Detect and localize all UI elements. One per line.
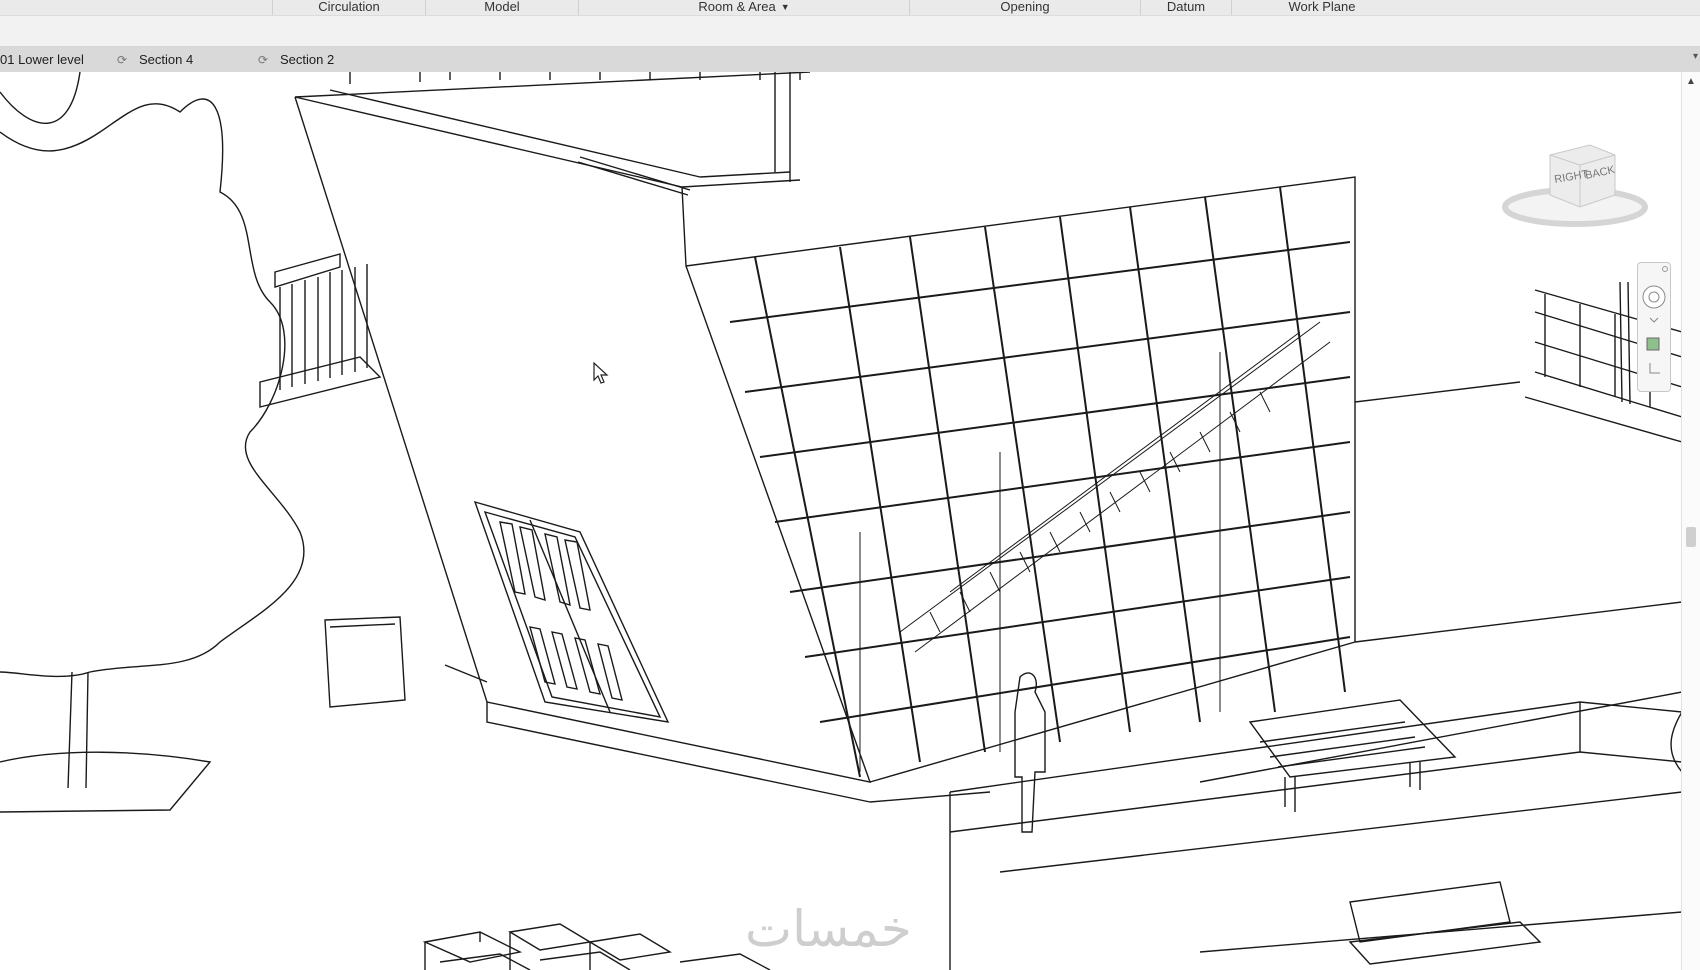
view-tab-label: Section 4	[139, 52, 194, 67]
bench	[1248, 699, 1457, 812]
curtain-wall-outline	[685, 176, 1356, 783]
ribbon-panel-work-plane[interactable]: Work Plane	[1231, 0, 1412, 15]
view-tabs-bar: 01 Lower level ⟳ Section 4 ⟳ Section 2 ▾	[0, 47, 1700, 73]
scroll-up-arrow-icon[interactable]: ▲	[1686, 76, 1696, 87]
main-wall-outline	[294, 96, 872, 783]
navigation-bar-graphic	[1642, 266, 1668, 374]
steering-wheel-icon[interactable]	[1642, 285, 1666, 309]
view-tab-01-lower-level[interactable]: 01 Lower level	[0, 47, 84, 72]
double-door	[473, 500, 670, 723]
view-tab-label: 01 Lower level	[0, 52, 84, 67]
ribbon-panel-model[interactable]: Model	[425, 0, 578, 15]
panel-title-label: Circulation	[318, 0, 380, 14]
pan-icon[interactable]	[1649, 363, 1660, 374]
ribbon: Circulation Model Room & Area ▼ Opening D…	[0, 0, 1700, 47]
panel-title-label: Room & Area	[698, 0, 776, 14]
watermark: خمسات	[745, 900, 912, 958]
panel-title-label: Datum	[1166, 0, 1206, 14]
curtain-wall-mullions	[729, 186, 1351, 778]
stacked-cubes	[422, 923, 771, 970]
ribbon-panel-circulation[interactable]: Circulation	[272, 0, 425, 15]
view-tab-section-2[interactable]: ⟳ Section 2	[258, 47, 334, 72]
section-view-icon: ⟳	[117, 53, 128, 67]
3d-view-canvas[interactable]	[0, 72, 1682, 970]
viewcube-graphic: RIGHT BACK	[1502, 144, 1648, 227]
tree-trunk	[67, 671, 89, 789]
zoom-icon[interactable]	[1646, 337, 1660, 351]
planter-box	[324, 616, 406, 708]
navigation-bar	[1637, 262, 1671, 392]
roof-edge-column	[774, 72, 791, 182]
ribbon-panel-opening[interactable]: Opening	[909, 0, 1140, 15]
scroll-thumb[interactable]	[1686, 527, 1696, 547]
roof-slab	[294, 72, 811, 188]
panel-title-label: Work Plane	[1288, 0, 1356, 14]
viewcube[interactable]: RIGHT BACK	[1500, 135, 1655, 235]
view-tab-section-4[interactable]: ⟳ Section 4	[117, 47, 193, 72]
vertical-scrollbar[interactable]: ▲	[1681, 72, 1700, 970]
panel-title-label: Model	[484, 0, 520, 14]
navbar-close-icon[interactable]	[1662, 266, 1668, 272]
navbar-chevron-down-icon[interactable]	[1649, 317, 1659, 323]
dropdown-arrow-icon[interactable]: ▼	[781, 2, 790, 12]
ribbon-panel-title-bar: Circulation Model Room & Area ▼ Opening D…	[0, 0, 1700, 16]
ground-lines	[869, 381, 1682, 803]
roof-railing	[349, 72, 801, 84]
tree-base-shadow	[0, 751, 212, 813]
panel-title-label: Opening	[1000, 0, 1050, 14]
tree-canopy-outline	[0, 72, 305, 678]
mouse-pointer-icon	[593, 362, 609, 384]
tabs-menu-icon[interactable]: ▾	[1693, 51, 1698, 62]
foreground-planter	[949, 701, 1682, 970]
view-tab-label: Section 2	[280, 52, 335, 67]
lower-bench	[1348, 881, 1542, 965]
building-model-drawing	[0, 72, 1682, 970]
wall-base	[444, 664, 871, 803]
human-figure	[1014, 672, 1046, 833]
section-view-icon: ⟳	[258, 53, 269, 67]
ribbon-panel-datum[interactable]: Datum	[1140, 0, 1231, 15]
ribbon-panel-room-area[interactable]: Room & Area ▼	[578, 0, 909, 15]
